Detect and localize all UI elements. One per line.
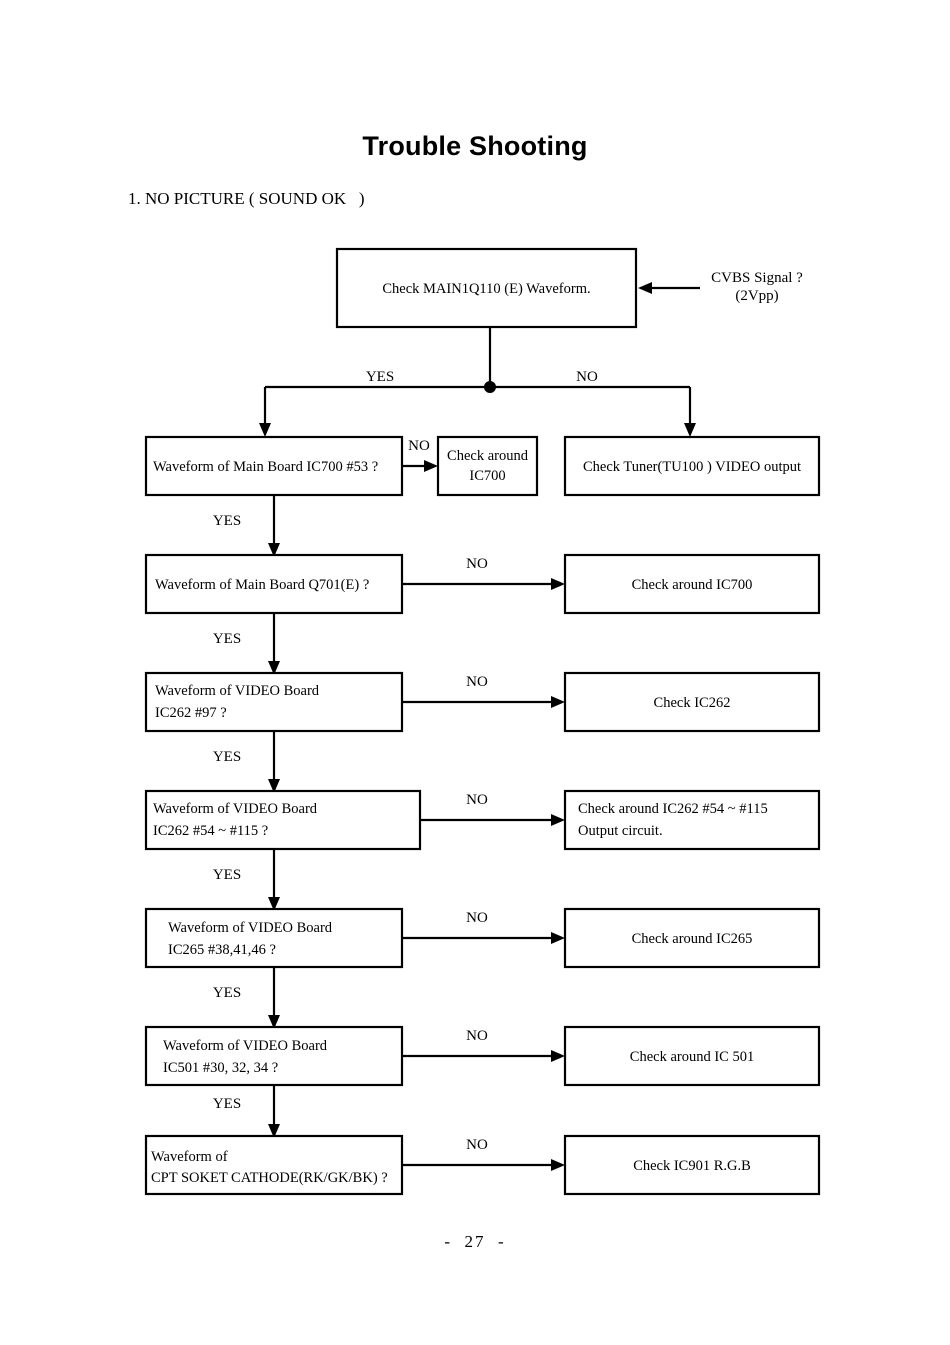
connector-d7-to-d7no: NO bbox=[402, 1137, 565, 1171]
flow-box-d1-label: Waveform of Main Board IC700 #53 ? bbox=[153, 459, 378, 475]
connector-d2-yes-label: YES bbox=[213, 631, 241, 647]
flow-box-d7-line1: Waveform of bbox=[151, 1149, 228, 1165]
start-branch-connector bbox=[259, 327, 696, 437]
connector-d2-no-label: NO bbox=[466, 556, 488, 572]
connector-d4-yes-label: YES bbox=[213, 867, 241, 883]
flow-box-d7-line2: CPT SOKET CATHODE(RK/GK/BK) ? bbox=[151, 1170, 388, 1186]
connector-d3-to-d4: YES bbox=[213, 731, 280, 793]
flow-box-d4-no-line1: Check around IC262 #54 ~ #115 bbox=[578, 801, 768, 817]
cvbs-signal-line1: CVBS Signal ? bbox=[711, 270, 803, 286]
connector-d6-to-d6no: NO bbox=[402, 1028, 565, 1062]
connector-d5-to-d5no: NO bbox=[402, 910, 565, 944]
flow-box-d7-no-label: Check IC901 R.G.B bbox=[633, 1158, 751, 1174]
connector-d2-to-d3: YES bbox=[213, 613, 280, 675]
flow-box-d6-line1: Waveform of VIDEO Board bbox=[163, 1038, 328, 1054]
flow-box-d1-no-line1: Check around bbox=[447, 448, 529, 464]
flow-box-d4-no-line2: Output circuit. bbox=[578, 823, 663, 839]
cvbs-signal-line2: (2Vpp) bbox=[735, 288, 778, 304]
flow-box-d6-line2: IC501 #30, 32, 34 ? bbox=[163, 1060, 278, 1076]
flow-box-start-label: Check MAIN1Q110 (E) Waveform. bbox=[382, 281, 590, 297]
connector-d6-no-label: NO bbox=[466, 1028, 488, 1044]
flow-box-d5-no[interactable]: Check around IC265 bbox=[563, 907, 821, 969]
flow-box-d2-no-label: Check around IC700 bbox=[632, 577, 753, 593]
troubleshooting-flowchart: Check MAIN1Q110 (E) Waveform. CVBS Signa… bbox=[144, 247, 821, 1196]
flow-box-start[interactable]: Check MAIN1Q110 (E) Waveform. bbox=[335, 247, 638, 329]
flow-box-d3-line2: IC262 #97 ? bbox=[155, 705, 227, 721]
flow-box-d5[interactable]: Waveform of VIDEO Board IC265 #38,41,46 … bbox=[144, 907, 404, 969]
connector-d3-to-d3no: NO bbox=[402, 674, 565, 708]
connector-d7-no-label: NO bbox=[466, 1137, 488, 1153]
flow-box-d3-no-label: Check IC262 bbox=[654, 695, 731, 711]
flow-box-start-no[interactable]: Check Tuner(TU100 ) VIDEO output bbox=[563, 435, 821, 497]
flow-box-d3-line1: Waveform of VIDEO Board bbox=[155, 683, 320, 699]
connector-d2-to-d2no: NO bbox=[402, 556, 565, 590]
flow-box-d5-no-label: Check around IC265 bbox=[632, 931, 753, 947]
connector-d6-to-d7: YES bbox=[213, 1085, 280, 1138]
flow-box-d6[interactable]: Waveform of VIDEO Board IC501 #30, 32, 3… bbox=[144, 1025, 404, 1087]
connector-d5-to-d6: YES bbox=[213, 967, 280, 1029]
connector-d5-no-label: NO bbox=[466, 910, 488, 926]
connector-d5-yes-label: YES bbox=[213, 985, 241, 1001]
connector-d3-yes-label: YES bbox=[213, 749, 241, 765]
flow-box-d2-no[interactable]: Check around IC700 bbox=[563, 553, 821, 615]
connector-d1-to-d1no: NO bbox=[402, 438, 438, 472]
flow-box-d7-no[interactable]: Check IC901 R.G.B bbox=[563, 1134, 821, 1196]
flow-box-d4-line1: Waveform of VIDEO Board bbox=[153, 801, 318, 817]
connector-d6-yes-label: YES bbox=[213, 1096, 241, 1112]
flow-box-d7[interactable]: Waveform of CPT SOKET CATHODE(RK/GK/BK) … bbox=[144, 1134, 404, 1196]
flow-box-d5-line2: IC265 #38,41,46 ? bbox=[168, 942, 276, 958]
flow-box-d1[interactable]: Waveform of Main Board IC700 #53 ? bbox=[144, 435, 404, 497]
flow-box-d2[interactable]: Waveform of Main Board Q701(E) ? bbox=[144, 553, 404, 615]
flow-box-d5-line1: Waveform of VIDEO Board bbox=[168, 920, 333, 936]
flow-box-d4-no[interactable]: Check around IC262 #54 ~ #115 Output cir… bbox=[563, 789, 821, 851]
connector-d4-to-d5: YES bbox=[213, 849, 280, 911]
connector-d3-no-label: NO bbox=[466, 674, 488, 690]
flow-box-d6-no-label: Check around IC 501 bbox=[630, 1049, 754, 1065]
page-footer: - 27 - bbox=[444, 1232, 506, 1251]
flow-box-start-no-label: Check Tuner(TU100 ) VIDEO output bbox=[583, 459, 801, 475]
connector-d1-yes-label: YES bbox=[213, 513, 241, 529]
flow-box-d3[interactable]: Waveform of VIDEO Board IC262 #97 ? bbox=[144, 671, 404, 733]
flow-box-d2-label: Waveform of Main Board Q701(E) ? bbox=[155, 577, 369, 593]
connector-d4-to-d4no: NO bbox=[420, 792, 565, 826]
start-branch-no-label: NO bbox=[576, 369, 598, 385]
connector-d1-to-d2: YES bbox=[213, 495, 280, 557]
flow-box-d4[interactable]: Waveform of VIDEO Board IC262 #54 ~ #115… bbox=[144, 789, 422, 851]
flow-box-d6-no[interactable]: Check around IC 501 bbox=[563, 1025, 821, 1087]
document-page: Trouble Shooting 1. NO PICTURE ( SOUND O… bbox=[0, 0, 950, 1345]
cvbs-signal-annotation: CVBS Signal ? (2Vpp) bbox=[638, 270, 803, 304]
connector-d1-no-label: NO bbox=[408, 438, 430, 454]
start-branch-yes-label: YES bbox=[366, 369, 394, 385]
flow-box-d1-no[interactable]: Check around IC700 bbox=[436, 435, 539, 497]
connector-d4-no-label: NO bbox=[466, 792, 488, 808]
flow-box-d1-no-line2: IC700 bbox=[469, 468, 505, 484]
flow-box-d4-line2: IC262 #54 ~ #115 ? bbox=[153, 823, 268, 839]
flow-box-d3-no[interactable]: Check IC262 bbox=[563, 671, 821, 733]
